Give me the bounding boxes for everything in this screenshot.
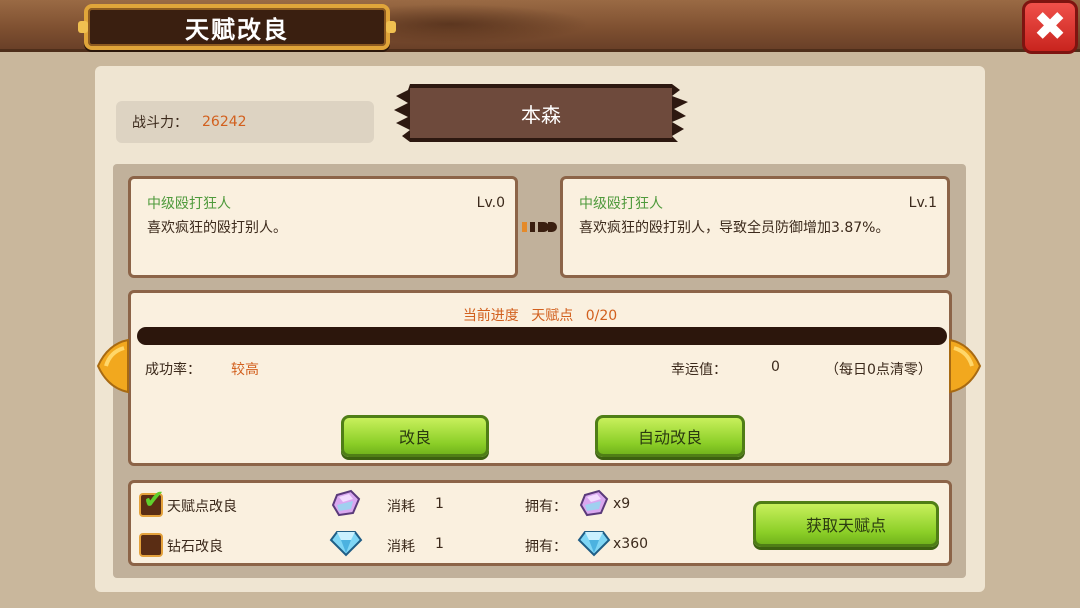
own-value: x360	[613, 536, 649, 552]
combat-power-label: 战斗力：	[132, 115, 188, 131]
diamond-icon	[577, 531, 611, 557]
own-label: 拥有：	[525, 499, 567, 515]
current-talent-desc: 喜欢疯狂的殴打别人。	[147, 220, 287, 236]
auto-improve-button-label: 自动改良	[637, 428, 702, 447]
progress-label: 当前进度	[462, 308, 519, 324]
cost-value: 1	[435, 536, 444, 552]
own-value: x9	[613, 496, 631, 512]
get-talent-points-button[interactable]: 获取天赋点	[753, 501, 939, 547]
next-talent-card: 中级殴打狂人 Lv.1 喜欢疯狂的殴打别人，导致全员防御增加3.87%。	[560, 176, 950, 278]
checkmark-icon: ✔	[143, 485, 165, 515]
progress-card: 当前进度 天赋点 0/20 成功率： 较高 幸运值： 0 （每日0点清零） 改良…	[128, 290, 952, 466]
luck-value: 0	[771, 359, 780, 375]
previous-arrow-icon[interactable]	[94, 338, 130, 394]
wood-stain-decoration	[390, 4, 590, 44]
get-talent-points-label: 获取天赋点	[805, 516, 886, 535]
hero-name: 本森	[521, 102, 561, 127]
plate-stud-icon	[78, 21, 88, 33]
improve-button-label: 改良	[398, 428, 431, 447]
next-arrow-icon[interactable]	[948, 338, 984, 394]
luck-label: 幸运值：	[671, 362, 727, 378]
hero-name-banner: 本森	[390, 82, 692, 144]
current-talent-level: Lv.0	[476, 195, 505, 211]
diamond-improve-label: 钻石改良	[167, 539, 223, 555]
cost-value: 1	[435, 496, 444, 512]
cost-label: 消耗	[387, 499, 415, 515]
diamond-checkbox[interactable]	[139, 533, 163, 557]
cost-label: 消耗	[387, 539, 415, 555]
talent-point-improve-label: 天赋点改良	[167, 499, 237, 515]
current-talent-card: 中级殴打狂人 Lv.0 喜欢疯狂的殴打别人。	[128, 176, 518, 278]
close-button[interactable]: ✖	[1022, 0, 1078, 54]
close-icon: ✖	[1033, 4, 1067, 50]
success-rate-value: 较高	[231, 362, 259, 378]
talent-crystal-icon	[331, 489, 361, 517]
current-talent-name: 中级殴打狂人	[147, 196, 231, 212]
own-label: 拥有：	[525, 539, 567, 555]
cost-card: ✔ 天赋点改良 消耗 1 拥有： x9 钻石改良 消耗 1 拥有： x360 获…	[128, 480, 952, 566]
diamond-icon	[329, 531, 363, 557]
improve-button[interactable]: 改良	[341, 415, 489, 457]
combat-power-box: 战斗力： 26242	[116, 101, 374, 143]
next-talent-name: 中级殴打狂人	[579, 196, 663, 212]
talent-point-checkbox[interactable]: ✔	[139, 487, 165, 517]
next-talent-level: Lv.1	[908, 195, 937, 211]
progress-title: 当前进度 天赋点 0/20	[131, 305, 949, 325]
success-rate-label: 成功率：	[145, 362, 201, 378]
progress-value: 0/20	[585, 308, 618, 324]
auto-improve-button[interactable]: 自动改良	[595, 415, 745, 457]
talent-point-label: 天赋点	[531, 308, 574, 324]
next-talent-desc: 喜欢疯狂的殴打别人，导致全员防御增加3.87%。	[579, 220, 890, 236]
page-title: 天赋改良	[185, 15, 289, 44]
plate-stud-icon	[386, 21, 396, 33]
progress-bar	[137, 327, 947, 345]
luck-reset-note: （每日0点清零）	[825, 362, 932, 378]
title-plate: 天赋改良	[78, 4, 396, 50]
upgrade-arrow-icon	[522, 222, 557, 232]
talent-crystal-icon	[579, 489, 609, 517]
combat-power-value: 26242	[202, 114, 247, 130]
